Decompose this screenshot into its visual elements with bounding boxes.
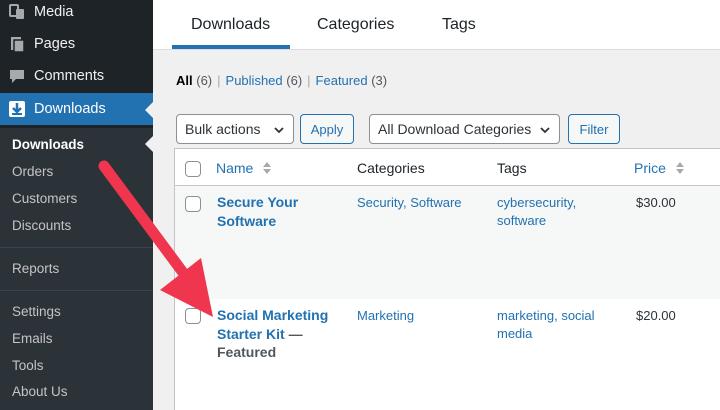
category-link[interactable]: Software bbox=[410, 195, 461, 210]
column-price[interactable]: Price bbox=[634, 160, 684, 178]
tags-cell: marketing, social media bbox=[497, 308, 595, 341]
tab-tags[interactable]: Tags bbox=[442, 16, 476, 34]
downloads-submenu: Downloads Orders Customers Discounts Rep… bbox=[0, 128, 153, 410]
tag-link[interactable]: software bbox=[497, 213, 546, 228]
category-link[interactable]: Marketing bbox=[357, 308, 414, 323]
active-tab-indicator bbox=[172, 45, 290, 49]
submenu-discounts[interactable]: Discounts bbox=[12, 218, 71, 233]
submenu-tools[interactable]: Tools bbox=[12, 358, 44, 373]
tag-link[interactable]: marketing bbox=[497, 308, 554, 323]
filter-button[interactable]: Filter bbox=[568, 114, 620, 144]
download-categories-select[interactable]: All Download Categories bbox=[369, 114, 560, 144]
download-title-link[interactable]: Social Marketing Starter Kit — Featured bbox=[217, 306, 337, 362]
submenu-reports[interactable]: Reports bbox=[12, 261, 59, 276]
filter-all[interactable]: All (6) bbox=[176, 73, 212, 88]
menu-item-pages[interactable]: Pages bbox=[0, 28, 153, 60]
row-checkbox[interactable] bbox=[185, 308, 201, 324]
menu-item-media[interactable]: Media bbox=[0, 0, 153, 28]
submenu-emails[interactable]: Emails bbox=[12, 331, 53, 346]
price-cell: $30.00 bbox=[636, 195, 676, 210]
select-all-checkbox[interactable] bbox=[185, 161, 201, 177]
media-icon bbox=[0, 3, 34, 21]
chevron-down-icon bbox=[539, 123, 551, 139]
apply-button[interactable]: Apply bbox=[300, 114, 354, 144]
filter-featured[interactable]: Featured (3) bbox=[316, 73, 388, 88]
pages-icon bbox=[0, 35, 34, 53]
submenu-customers[interactable]: Customers bbox=[12, 191, 77, 206]
menu-label: Downloads bbox=[34, 101, 106, 117]
menu-label: Pages bbox=[34, 36, 76, 52]
category-link[interactable]: Security bbox=[357, 195, 403, 210]
section-tabs: Downloads Categories Tags bbox=[153, 0, 720, 50]
sort-icon bbox=[675, 161, 684, 178]
menu-label: Comments bbox=[34, 68, 105, 84]
submenu-settings[interactable]: Settings bbox=[12, 304, 61, 319]
comments-icon bbox=[0, 67, 34, 85]
submenu-about-us[interactable]: About Us bbox=[12, 384, 68, 399]
menu-item-downloads[interactable]: Downloads bbox=[0, 93, 153, 125]
tab-downloads[interactable]: Downloads bbox=[191, 16, 270, 34]
sort-icon bbox=[263, 161, 272, 178]
tags-cell: cybersecurity, software bbox=[497, 195, 577, 228]
submenu-divider bbox=[0, 247, 153, 248]
downloads-table: Name Categories Tags Price Secure Your S… bbox=[174, 148, 720, 410]
category-cell: Marketing bbox=[357, 307, 414, 325]
submenu-divider bbox=[0, 290, 153, 291]
column-categories: Categories bbox=[357, 160, 425, 176]
price-cell: $20.00 bbox=[636, 308, 676, 323]
submenu-downloads[interactable]: Downloads bbox=[12, 137, 84, 152]
chevron-down-icon bbox=[273, 123, 285, 139]
table-header: Name Categories Tags Price bbox=[175, 149, 720, 186]
status-filters: All (6) | Published (6) | Featured (3) bbox=[176, 73, 388, 88]
column-tags: Tags bbox=[497, 160, 527, 176]
tag-link[interactable]: cybersecurity bbox=[497, 195, 573, 210]
table-row: Secure Your Software Security, Software … bbox=[175, 186, 720, 299]
menu-label: Media bbox=[34, 4, 74, 20]
submenu-orders[interactable]: Orders bbox=[12, 164, 53, 179]
menu-item-comments[interactable]: Comments bbox=[0, 60, 153, 92]
tab-categories[interactable]: Categories bbox=[317, 16, 394, 34]
bulk-actions-select[interactable]: Bulk actions bbox=[176, 114, 294, 144]
filter-published[interactable]: Published (6) bbox=[226, 73, 303, 88]
download-title-link[interactable]: Secure Your Software bbox=[217, 193, 337, 230]
downloads-icon bbox=[0, 100, 34, 118]
admin-sidebar: Media Pages Comments Downloads Downloads… bbox=[0, 0, 153, 410]
row-checkbox[interactable] bbox=[185, 196, 201, 212]
category-cell: Security, Software bbox=[357, 195, 462, 210]
current-page-pointer bbox=[145, 136, 153, 152]
column-name[interactable]: Name bbox=[216, 160, 272, 178]
